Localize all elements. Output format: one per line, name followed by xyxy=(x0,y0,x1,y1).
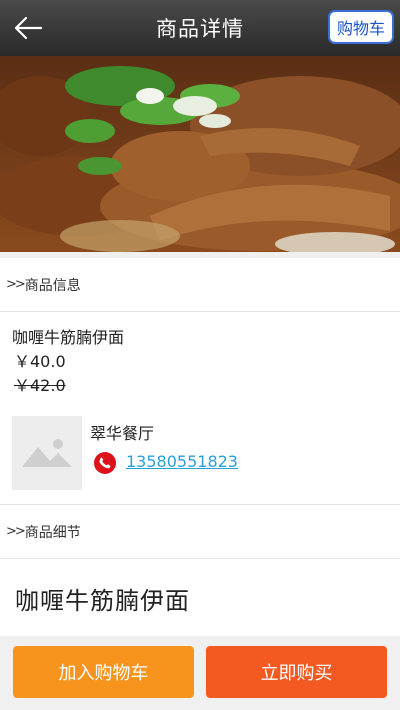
add-to-cart-button[interactable]: 加入购物车 xyxy=(13,646,194,698)
product-info: 咖喱牛筋腩伊面 ￥40.0 ￥42.0 翠华餐厅 13580551823 xyxy=(0,312,400,505)
double-chevron-icon: >> xyxy=(6,277,26,292)
action-bar: 加入购物车 立即购买 xyxy=(0,636,400,710)
section-header-product-info: >> 商品信息 xyxy=(0,258,400,312)
shop-thumbnail xyxy=(12,416,82,490)
product-name: 咖喱牛筋腩伊面 xyxy=(12,328,125,347)
buy-now-button[interactable]: 立即购买 xyxy=(206,646,387,698)
section-label: 商品细节 xyxy=(24,524,81,541)
back-arrow-icon xyxy=(14,16,43,40)
page-title: 商品详情 xyxy=(156,17,244,41)
section-header-product-detail: >> 商品细节 xyxy=(0,505,400,559)
back-button[interactable] xyxy=(10,10,46,46)
original-price: ￥42.0 xyxy=(14,376,66,395)
product-price: ￥40.0 xyxy=(14,352,66,371)
phone-link[interactable]: 13580551823 xyxy=(126,452,238,471)
content-panel: >> 商品信息 咖喱牛筋腩伊面 ￥40.0 ￥42.0 翠华餐厅 1358055… xyxy=(0,258,400,636)
product-image xyxy=(0,56,400,252)
image-placeholder-icon xyxy=(22,439,72,467)
cart-button[interactable]: 购物车 xyxy=(327,10,394,44)
detail-title: 咖喱牛筋腩伊面 xyxy=(15,587,190,615)
header-bar: 商品详情 购物车 xyxy=(0,0,400,56)
phone-icon[interactable] xyxy=(94,452,116,474)
shop-name: 翠华餐厅 xyxy=(90,424,155,443)
section-label: 商品信息 xyxy=(24,277,81,294)
double-chevron-icon: >> xyxy=(6,524,26,539)
